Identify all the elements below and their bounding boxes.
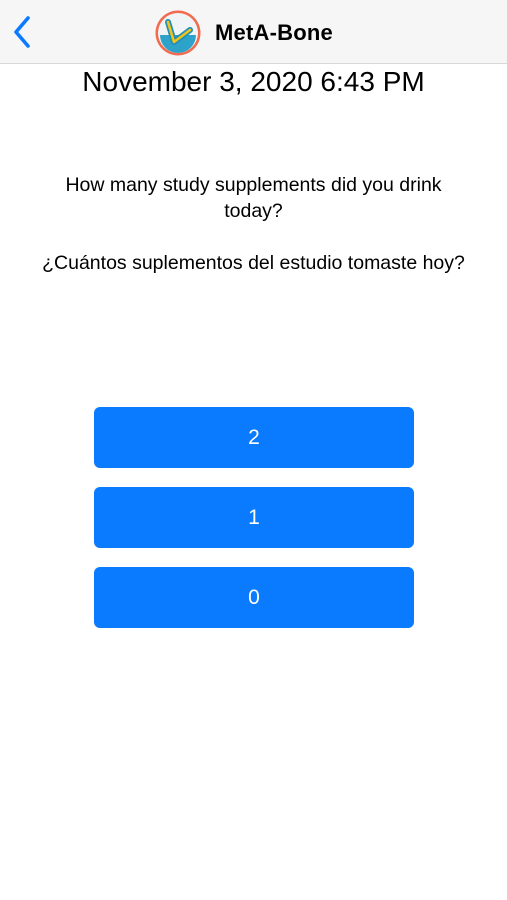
app-brand: MetA-Bone bbox=[154, 9, 333, 57]
app-title: MetA-Bone bbox=[215, 20, 333, 45]
survey-screen: MetA-Bone November 3, 2020 6:43 PM How m… bbox=[0, 0, 507, 900]
survey-timestamp: November 3, 2020 6:43 PM bbox=[82, 66, 425, 97]
back-button[interactable] bbox=[4, 12, 40, 52]
meta-bone-logo bbox=[155, 10, 201, 56]
question-english: How many study supplements did you drink… bbox=[65, 174, 442, 222]
answer-options: 2 1 0 bbox=[94, 407, 414, 647]
answer-button-0[interactable]: 0 bbox=[94, 567, 414, 628]
chevron-left-icon bbox=[14, 16, 30, 48]
answer-button-1[interactable]: 1 bbox=[94, 487, 414, 548]
question-spanish: ¿Cuántos suplementos del estudio tomaste… bbox=[42, 252, 465, 274]
answer-button-2[interactable]: 2 bbox=[94, 407, 414, 468]
navigation-bar: MetA-Bone bbox=[0, 0, 507, 64]
